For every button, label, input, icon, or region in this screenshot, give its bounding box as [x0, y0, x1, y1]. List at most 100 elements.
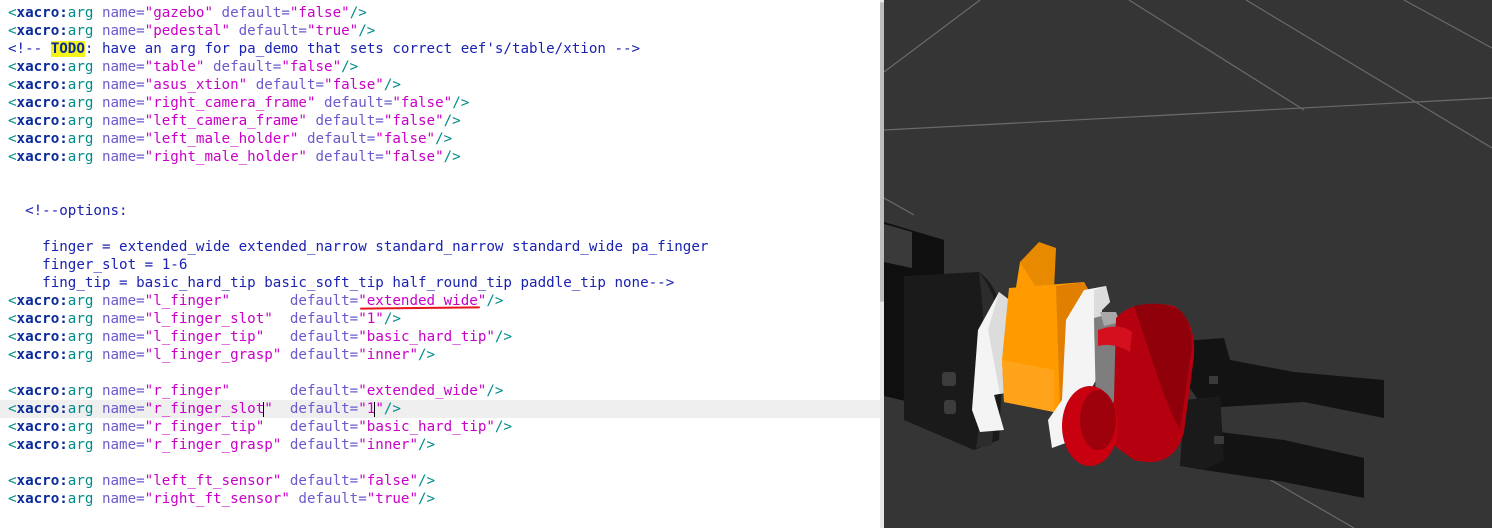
- code-token: xacro:: [16, 113, 68, 129]
- code-line[interactable]: <xacro:arg name="l_finger_slot" default=…: [0, 310, 880, 328]
- code-token: arg: [67, 437, 94, 453]
- code-token: "false": [383, 149, 444, 165]
- code-token: default=: [272, 311, 359, 327]
- code-token: arg: [67, 401, 94, 417]
- code-token: ": [375, 401, 384, 417]
- code-token: name=: [93, 77, 145, 93]
- code-token: "false": [383, 113, 444, 129]
- code-line[interactable]: <xacro:arg name="left_camera_frame" defa…: [0, 112, 880, 130]
- code-token: />: [349, 5, 367, 21]
- code-token: "inner": [358, 437, 419, 453]
- code-token: <: [8, 113, 17, 129]
- code-token: xacro:: [16, 419, 68, 435]
- code-line[interactable]: <xacro:arg name="r_finger_tip" default="…: [0, 418, 880, 436]
- code-token: default=: [264, 419, 359, 435]
- code-token: <: [8, 419, 17, 435]
- code-token: "1": [358, 311, 384, 327]
- code-token: "inner": [358, 347, 419, 363]
- code-token: xacro:: [16, 23, 68, 39]
- code-token: default=: [204, 59, 282, 75]
- code-line[interactable]: <xacro:arg name="pedestal" default="true…: [0, 22, 880, 40]
- code-line[interactable]: [0, 166, 880, 184]
- code-line[interactable]: <xacro:arg name="right_camera_frame" def…: [0, 94, 880, 112]
- code-token: "r_finger_tip": [144, 419, 265, 435]
- code-token: xacro:: [16, 5, 68, 21]
- code-token: default=: [306, 149, 384, 165]
- code-line[interactable]: <xacro:arg name="l_finger_grasp" default…: [0, 346, 880, 364]
- code-token: arg: [67, 293, 94, 309]
- code-line[interactable]: <xacro:arg name="right_male_holder" defa…: [0, 148, 880, 166]
- code-line[interactable]: <xacro:arg name="left_ft_sensor" default…: [0, 472, 880, 490]
- code-token: <: [8, 131, 17, 147]
- code-token: "pedestal": [144, 23, 231, 39]
- code-line[interactable]: <xacro:arg name="right_ft_sensor" defaul…: [0, 490, 880, 508]
- code-token: <: [8, 5, 17, 21]
- code-token: "l_finger_tip": [144, 329, 265, 345]
- code-token: name=: [93, 113, 145, 129]
- code-token: <: [8, 329, 17, 345]
- code-line[interactable]: <xacro:arg name="r_finger" default="exte…: [0, 382, 880, 400]
- code-token: default=: [264, 329, 359, 345]
- code-editor[interactable]: <xacro:arg name="gazebo" default="false"…: [0, 0, 880, 528]
- code-token: />: [443, 149, 461, 165]
- code-token: />: [494, 329, 512, 345]
- code-line[interactable]: <xacro:arg name="left_male_holder" defau…: [0, 130, 880, 148]
- code-token: <: [8, 95, 17, 111]
- code-token: "extended_wide": [358, 383, 487, 399]
- code-token: finger = extended_wide extended_narrow s…: [8, 239, 709, 255]
- code-line[interactable]: [0, 364, 880, 382]
- code-token: />: [383, 77, 401, 93]
- code-line[interactable]: <!--options:: [0, 202, 880, 220]
- code-token: "true": [306, 23, 359, 39]
- code-token: xacro:: [16, 311, 68, 327]
- code-token: <: [8, 23, 17, 39]
- code-token: name=: [93, 347, 145, 363]
- code-token: name=: [93, 59, 145, 75]
- code-line[interactable]: [0, 454, 880, 472]
- code-token: name=: [93, 419, 145, 435]
- code-token: default=: [298, 131, 376, 147]
- code-token: "gazebo": [144, 5, 214, 21]
- code-token: arg: [67, 419, 94, 435]
- code-token: "basic_hard_tip": [358, 329, 495, 345]
- code-token: "1: [358, 401, 376, 417]
- code-line[interactable]: <xacro:arg name="l_finger_tip" default="…: [0, 328, 880, 346]
- code-line[interactable]: fing_tip = basic_hard_tip basic_soft_tip…: [0, 274, 880, 292]
- code-line[interactable]: <xacro:arg name="r_finger_grasp" default…: [0, 436, 880, 454]
- code-token: name=: [93, 383, 145, 399]
- 3d-viewport[interactable]: [884, 0, 1492, 528]
- code-token: "right_camera_frame": [144, 95, 316, 111]
- code-line[interactable]: <xacro:arg name="r_finger_slot" default=…: [0, 400, 880, 418]
- code-token: <: [8, 59, 17, 75]
- code-token: xacro:: [16, 473, 68, 489]
- code-line[interactable]: finger = extended_wide extended_narrow s…: [0, 238, 880, 256]
- code-line[interactable]: <xacro:arg name="gazebo" default="false"…: [0, 4, 880, 22]
- code-token: "left_camera_frame": [144, 113, 307, 129]
- code-token: <: [8, 491, 17, 507]
- code-token: "false": [358, 473, 419, 489]
- code-token: name=: [93, 491, 145, 507]
- code-token: "false": [289, 5, 350, 21]
- code-token: "table": [144, 59, 205, 75]
- code-lines[interactable]: <xacro:arg name="gazebo" default="false"…: [0, 4, 880, 508]
- code-token: <: [8, 401, 17, 417]
- code-line[interactable]: [0, 184, 880, 202]
- code-token: arg: [67, 59, 94, 75]
- code-token: name=: [93, 5, 145, 21]
- code-line[interactable]: <xacro:arg name="asus_xtion" default="fa…: [0, 76, 880, 94]
- code-token: "left_ft_sensor": [144, 473, 282, 489]
- code-line[interactable]: <!-- TODO: have an arg for pa_demo that …: [0, 40, 880, 58]
- code-token: />: [418, 437, 436, 453]
- code-token: <!--options:: [8, 203, 128, 219]
- code-line[interactable]: [0, 220, 880, 238]
- code-token: name=: [93, 95, 145, 111]
- code-line[interactable]: finger_slot = 1-6: [0, 256, 880, 274]
- code-token: xacro:: [16, 329, 68, 345]
- code-token: arg: [67, 23, 94, 39]
- code-token: <: [8, 149, 17, 165]
- code-token: TODO: [50, 41, 85, 57]
- code-line[interactable]: <xacro:arg name="table" default="false"/…: [0, 58, 880, 76]
- code-token: : have an arg for pa_demo that sets corr…: [84, 41, 641, 57]
- code-token: xacro:: [16, 437, 68, 453]
- gripper-fingers: [1170, 338, 1384, 498]
